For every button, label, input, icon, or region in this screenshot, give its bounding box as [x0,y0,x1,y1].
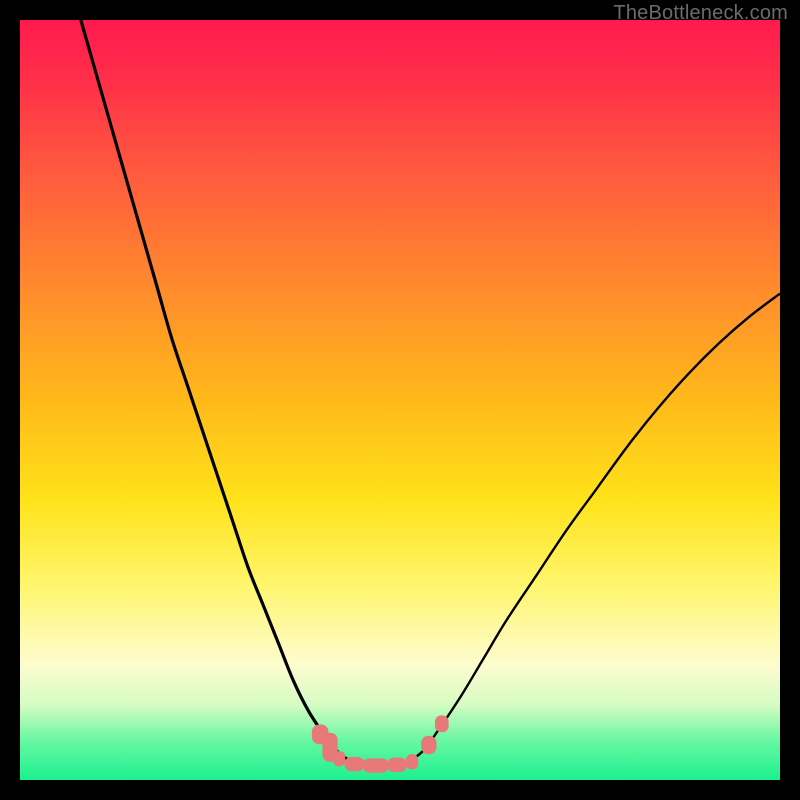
chart-frame: TheBottleneck.com [0,0,800,800]
curve-left-branch [81,20,355,763]
optimum-marker [387,758,407,772]
curve-right-branch [408,294,780,763]
optimum-marker [435,715,449,732]
optimum-marker [345,757,365,771]
optimum-marker [421,736,436,754]
curve-layer [20,20,780,780]
optimum-marker [363,758,389,772]
optimum-markers [312,715,449,772]
bottleneck-curve [81,20,780,766]
optimum-marker [406,754,418,769]
optimum-marker [333,751,345,766]
